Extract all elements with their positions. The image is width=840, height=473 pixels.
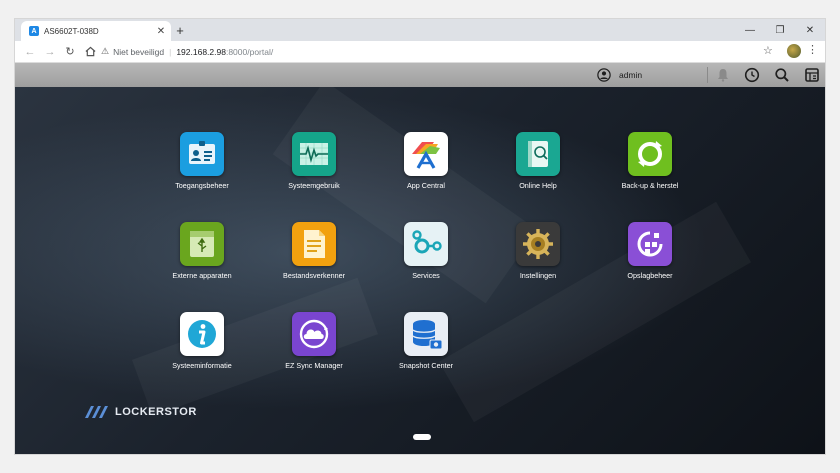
logo-text: LOCKERSTOR <box>115 406 197 418</box>
help-book-icon <box>516 132 560 176</box>
security-status: Niet beveiligd <box>113 46 165 57</box>
app-services[interactable]: Services <box>376 222 476 294</box>
app-app-central[interactable]: App Central <box>376 132 476 204</box>
address-separator: | <box>169 46 172 57</box>
url-host: 192.168.2.98 <box>176 46 226 57</box>
file-folder-icon <box>292 222 336 266</box>
forward-button[interactable]: → <box>41 43 59 60</box>
services-icon <box>404 222 448 266</box>
warning-icon: ⚠ <box>101 46 110 56</box>
app-externe-apparaten[interactable]: Externe apparaten <box>152 222 252 294</box>
gear-icon <box>516 222 560 266</box>
id-card-icon <box>180 132 224 176</box>
storage-manager-icon <box>628 222 672 266</box>
minimize-button[interactable]: — <box>735 19 765 41</box>
user-icon[interactable] <box>597 68 611 82</box>
app-label: Systeemgebruik <box>288 181 340 190</box>
home-button[interactable] <box>81 43 99 60</box>
home-icon <box>85 46 95 57</box>
username-label[interactable]: admin <box>619 70 642 80</box>
lockerstor-logo: LOCKERSTOR <box>81 405 197 419</box>
clock-icon[interactable] <box>744 67 760 83</box>
bookmark-star-icon[interactable]: ☆ <box>763 44 773 57</box>
tab-strip: A AS6602T-038D ✕ + — ❐ ✕ <box>15 19 825 41</box>
app-label: Externe apparaten <box>172 271 232 280</box>
app-label: Bestandsverkenner <box>283 271 345 280</box>
lockerstor-logo-icon <box>85 406 108 418</box>
app-instellingen[interactable]: Instellingen <box>488 222 588 294</box>
app-label: Snapshot Center <box>399 361 453 370</box>
browser-menu-icon[interactable]: ⋮ <box>807 43 818 56</box>
address-bar[interactable]: ⚠ Niet beveiligd | 192.168.2.98 :8000/po… <box>101 43 781 60</box>
app-label: App Central <box>407 181 445 190</box>
backup-restore-icon <box>628 132 672 176</box>
reload-button[interactable]: ↻ <box>61 43 79 60</box>
profile-avatar[interactable] <box>787 44 801 58</box>
search-icon[interactable] <box>774 67 790 83</box>
app-bestandsverkenner[interactable]: Bestandsverkenner <box>264 222 364 294</box>
app-toegangsbeheer[interactable]: Toegangsbeheer <box>152 132 252 204</box>
app-label: Services <box>412 271 440 280</box>
browser-window: A AS6602T-038D ✕ + — ❐ ✕ ← → ↻ ⚠ Niet be… <box>15 19 825 454</box>
app-online-help[interactable]: Online Help <box>488 132 588 204</box>
url-path: :8000/portal/ <box>225 46 274 57</box>
app-central-icon <box>404 132 448 176</box>
window-controls: — ❐ ✕ <box>735 19 825 41</box>
notification-bell-icon[interactable] <box>715 67 731 83</box>
info-icon <box>180 312 224 356</box>
maximize-button[interactable]: ❐ <box>765 19 795 41</box>
tab-close-icon[interactable]: ✕ <box>155 26 167 37</box>
close-window-button[interactable]: ✕ <box>795 19 825 41</box>
nas-header-bar: admin <box>15 63 825 87</box>
usb-drive-icon <box>180 222 224 266</box>
app-snapshot-center[interactable]: Snapshot Center <box>376 312 476 384</box>
cloud-sync-icon <box>292 312 336 356</box>
app-label: Systeeminformatie <box>172 361 232 370</box>
header-divider <box>707 67 708 83</box>
tab-favicon-icon: A <box>29 26 39 36</box>
browser-toolbar: ← → ↻ ⚠ Niet beveiligd | 192.168.2.98 :8… <box>15 41 825 63</box>
app-ez-sync-manager[interactable]: EZ Sync Manager <box>264 312 364 384</box>
browser-tab[interactable]: A AS6602T-038D ✕ <box>21 21 171 41</box>
app-label: Instellingen <box>519 271 557 280</box>
app-label: Online Help <box>519 181 557 190</box>
new-tab-button[interactable]: + <box>171 22 189 40</box>
snapshot-icon <box>404 312 448 356</box>
page-indicator[interactable] <box>413 434 431 440</box>
nas-desktop: Toegangsbeheer Systeemgebruik App Centra… <box>15 87 825 454</box>
app-label: Opslagbeheer <box>627 271 673 280</box>
app-label: Toegangsbeheer <box>175 181 229 190</box>
dashboard-icon[interactable] <box>804 67 820 83</box>
app-label: EZ Sync Manager <box>285 361 343 370</box>
app-label: Back-up & herstel <box>621 181 679 190</box>
app-systeeminformatie[interactable]: Systeeminformatie <box>152 312 252 384</box>
tab-title: AS6602T-038D <box>44 26 99 36</box>
app-opslagbeheer[interactable]: Opslagbeheer <box>600 222 700 294</box>
back-button[interactable]: ← <box>21 43 39 60</box>
app-systeemgebruik[interactable]: Systeemgebruik <box>264 132 364 204</box>
app-backup-herstel[interactable]: Back-up & herstel <box>600 132 700 204</box>
heartbeat-chart-icon <box>292 132 336 176</box>
